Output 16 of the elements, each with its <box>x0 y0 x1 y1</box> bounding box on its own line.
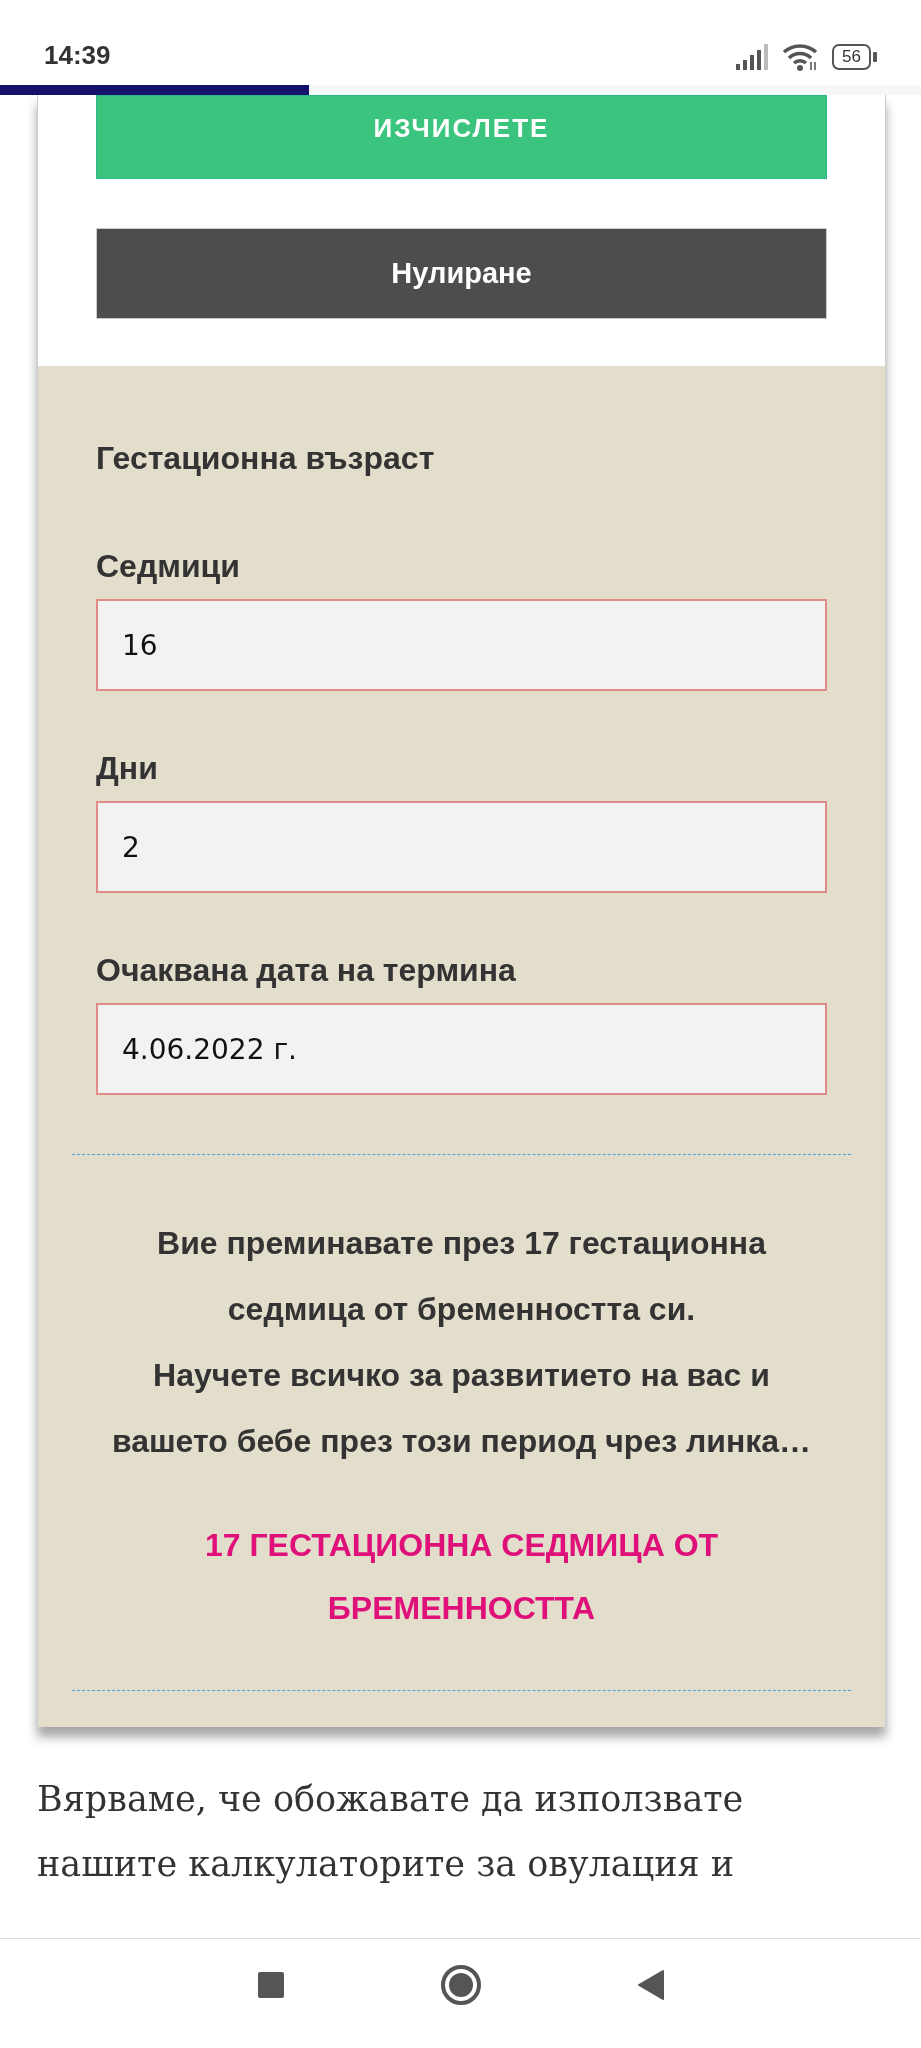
signal-icon <box>736 44 771 70</box>
result-heading: Гестационна възраст <box>96 440 436 477</box>
field-label: Дни <box>96 750 159 787</box>
input-field[interactable]: 4.06.2022 г. <box>96 1003 827 1095</box>
field-label: Очаквана дата на термина <box>96 952 517 989</box>
recents-icon[interactable] <box>256 1970 285 1999</box>
back-icon[interactable] <box>636 1968 665 2001</box>
field-label: Седмици <box>96 548 241 585</box>
input-field[interactable]: 2 <box>96 801 827 893</box>
home-icon[interactable] <box>439 1963 482 2006</box>
result-message: Вие преминавате през 17 гестационна седмица от бременността си. <box>156 1224 768 1329</box>
status-time: 14:39 <box>44 40 111 71</box>
reset-button[interactable]: Нулиране <box>96 228 827 319</box>
article-paragraph: Вярваме, че обожавате да използвате нашите калкулаторите за овулация и <box>37 1778 745 1886</box>
input-field[interactable]: 16 <box>96 599 827 691</box>
result-message: Научете всичко за развитието на вас и вашето бебе през този период чрез линка… <box>110 1356 813 1461</box>
